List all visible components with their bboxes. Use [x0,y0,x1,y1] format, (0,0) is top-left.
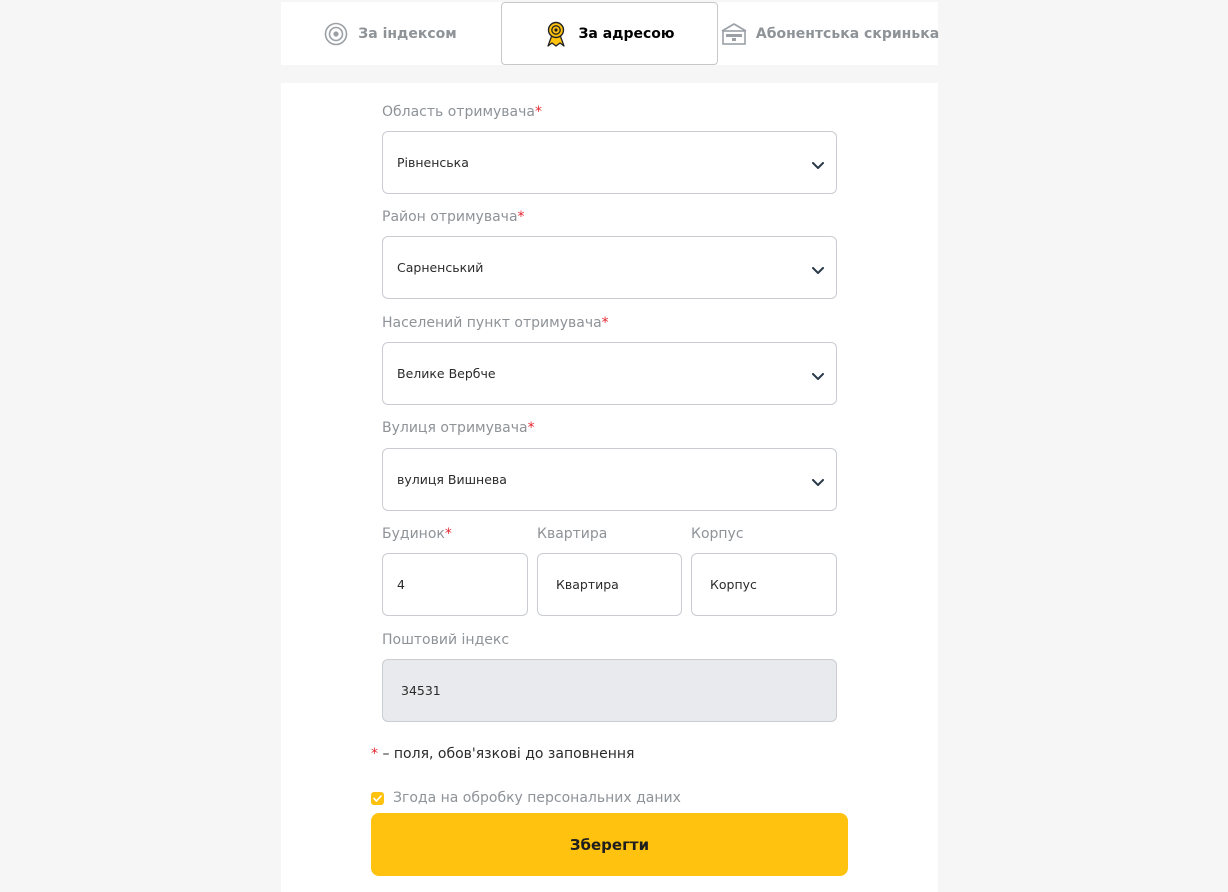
location-marker-icon [544,21,568,47]
street-select[interactable]: вулиця Вишнева [382,448,837,511]
district-label: Район отримувача* [382,209,525,225]
target-icon [324,22,348,46]
house-value: 4 [397,577,405,592]
settlement-select[interactable]: Велике Вербче [382,342,837,405]
settlement-label: Населений пункт отримувача* [382,315,609,331]
building-label: Корпус [691,526,744,542]
house-label: Будинок* [382,526,452,542]
apartment-field[interactable]: Квартира [537,553,682,616]
chevron-down-icon [812,263,824,278]
region-label: Область отримувача* [382,104,542,120]
region-select[interactable]: Рівненська [382,131,837,194]
consent-checkbox[interactable]: Згода на обробку персональних даних [371,790,681,806]
apartment-placeholder: Квартира [556,577,619,592]
consent-label: Згода на обробку персональних даних [393,790,681,806]
chevron-down-icon [812,369,824,384]
chevron-down-icon [812,475,824,490]
tab-by-index-label: За індексом [358,25,457,42]
house-field[interactable]: 4 [382,553,528,616]
settlement-value: Велике Вербче [397,366,496,381]
region-value: Рівненська [397,155,469,170]
delivery-mode-tabs: За індексом За адресою Абонентська скрин… [281,2,940,65]
postcode-value: 34531 [401,683,441,698]
required-fields-note: * – поля, обов'язкові до заповнення [371,746,635,762]
apartment-label: Квартира [537,526,608,542]
address-form: Область отримувача* Рівненська Район отр… [281,83,938,892]
building-field[interactable]: Корпус [691,553,837,616]
street-value: вулиця Вишнева [397,472,507,487]
tab-by-index[interactable]: За індексом [281,2,500,65]
save-button[interactable]: Зберегти [371,813,848,876]
postcode-field: 34531 [382,659,837,722]
tab-by-address-label: За адресою [578,25,675,42]
tab-po-box[interactable]: Абонентська скринька [720,2,940,65]
chevron-down-icon [812,158,824,173]
tab-po-box-label: Абонентська скринька [755,25,940,42]
checkbox-checked-icon[interactable] [371,791,384,805]
postcode-label: Поштовий індекс [382,632,510,648]
district-value: Сарненський [397,260,484,275]
mailbox-icon [720,22,748,46]
tab-by-address[interactable]: За адресою [501,2,718,65]
street-label: Вулиця отримувача* [382,420,535,436]
building-placeholder: Корпус [710,577,757,592]
district-select[interactable]: Сарненський [382,236,837,299]
